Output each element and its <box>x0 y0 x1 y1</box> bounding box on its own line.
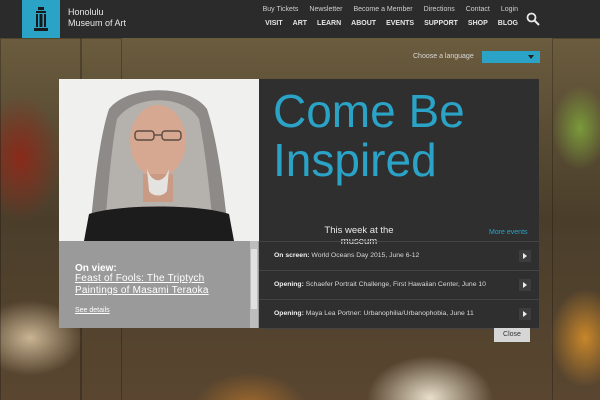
nav-blog[interactable]: BLOG <box>498 20 518 27</box>
featured-modal: Come Be Inspired This week at the museum… <box>59 79 539 329</box>
chevron-down-icon <box>528 55 534 59</box>
headline-line2: Inspired <box>273 134 437 186</box>
play-arrow-icon[interactable] <box>519 250 531 262</box>
museum-logo-icon <box>34 7 48 31</box>
event-kind: Opening: <box>274 281 304 288</box>
event-item[interactable]: Opening: Maya Lea Portner: Urbanophilia/… <box>259 299 539 329</box>
scrollbar[interactable] <box>250 241 258 328</box>
museum-name-line2: Museum of Art <box>68 18 127 28</box>
event-text: Opening: Maya Lea Portner: Urbanophilia/… <box>274 310 474 317</box>
museum-name-line1: Honolulu <box>68 7 104 17</box>
play-arrow-icon[interactable] <box>519 308 531 320</box>
nav-learn[interactable]: LEARN <box>317 20 341 27</box>
event-item[interactable]: Opening: Schaefer Portrait Challenge, Fi… <box>259 270 539 300</box>
close-button[interactable]: Close <box>494 328 530 342</box>
more-events-link[interactable]: More events <box>489 229 528 236</box>
event-kind: Opening: <box>274 310 304 317</box>
nav-shop[interactable]: SHOP <box>468 20 488 27</box>
museum-logo[interactable] <box>22 0 60 38</box>
play-arrow-icon[interactable] <box>519 279 531 291</box>
museum-name[interactable]: Honolulu Museum of Art <box>68 7 126 29</box>
headline-line1: Come Be <box>273 85 465 137</box>
event-title: Maya Lea Portner: Urbanophilia/Urbanopho… <box>303 310 474 317</box>
event-kind: On screen: <box>274 252 310 259</box>
on-view-panel: On view: Feast of Fools: The Triptych Pa… <box>59 241 259 328</box>
nav-support[interactable]: SUPPORT <box>424 20 458 27</box>
nav-buy-tickets[interactable]: Buy Tickets <box>263 6 299 13</box>
event-text: On screen: World Oceans Day 2015, June 6… <box>274 252 419 259</box>
nav-contact[interactable]: Contact <box>466 6 490 13</box>
event-title: World Oceans Day 2015, June 6-12 <box>309 252 420 259</box>
on-view-title-link[interactable]: Feast of Fools: The Triptych Paintings o… <box>75 273 240 297</box>
event-item[interactable]: On screen: World Oceans Day 2015, June 6… <box>259 241 539 271</box>
nav-newsletter[interactable]: Newsletter <box>309 6 342 13</box>
nav-login[interactable]: Login <box>501 6 518 13</box>
nav-events[interactable]: EVENTS <box>386 20 414 27</box>
nav-become-member[interactable]: Become a Member <box>353 6 412 13</box>
artist-portrait <box>59 79 259 241</box>
language-label: Choose a language <box>413 53 474 60</box>
main-nav: VISIT ART LEARN ABOUT EVENTS SUPPORT SHO… <box>265 20 518 27</box>
language-select[interactable] <box>482 51 540 63</box>
events-list: On screen: World Oceans Day 2015, June 6… <box>259 241 539 329</box>
utility-nav: Buy Tickets Newsletter Become a Member D… <box>263 6 518 13</box>
scrollbar-thumb[interactable] <box>251 249 257 309</box>
nav-directions[interactable]: Directions <box>424 6 455 13</box>
event-title: Schaefer Portrait Challenge, First Hawai… <box>303 281 486 288</box>
nav-visit[interactable]: VISIT <box>265 20 283 27</box>
see-details-link[interactable]: See details <box>75 307 110 314</box>
event-text: Opening: Schaefer Portrait Challenge, Fi… <box>274 281 486 288</box>
nav-art[interactable]: ART <box>293 20 307 27</box>
nav-about[interactable]: ABOUT <box>351 20 376 27</box>
top-navigation-bar: Honolulu Museum of Art Buy Tickets Newsl… <box>0 0 600 38</box>
search-icon[interactable] <box>526 12 540 26</box>
headline: Come Be Inspired <box>273 87 533 185</box>
